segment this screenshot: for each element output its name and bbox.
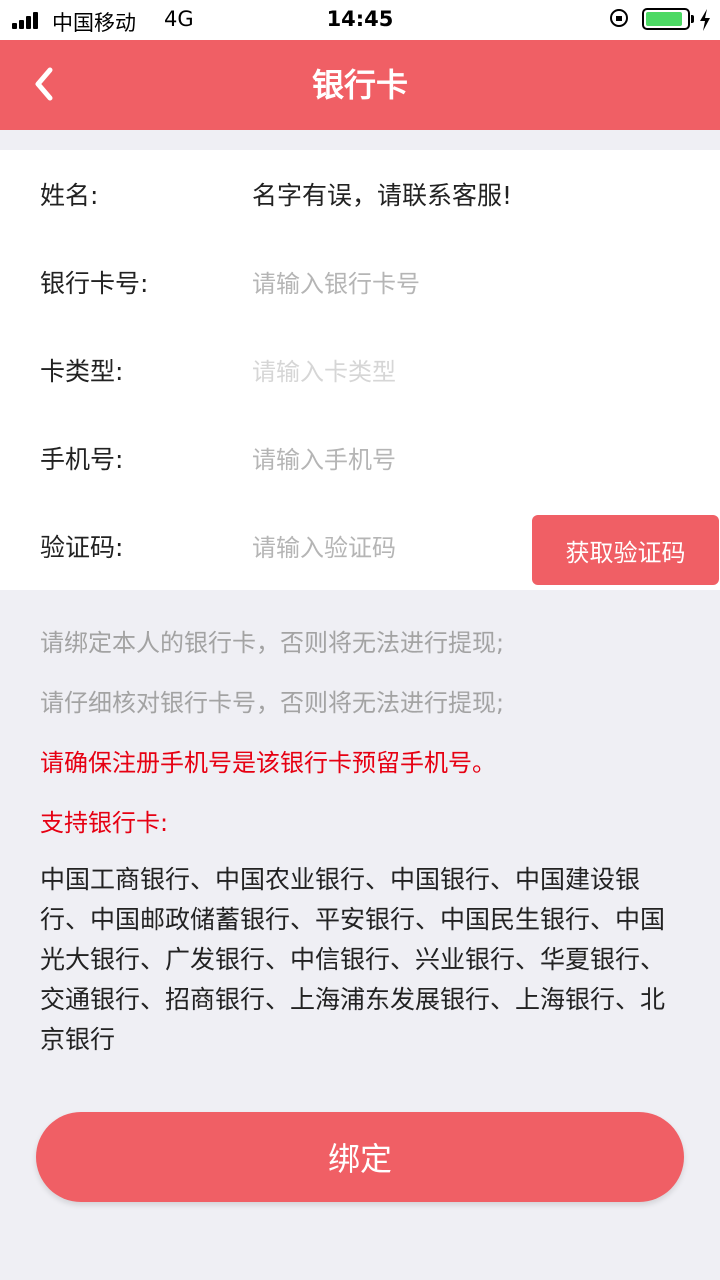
- card-type-input[interactable]: [252, 348, 522, 396]
- battery-icon: [642, 8, 690, 30]
- card-number-label: 银行卡号:: [40, 269, 149, 298]
- page-title: 银行卡: [311, 66, 408, 104]
- get-verification-code-button[interactable]: 获取验证码: [532, 515, 719, 585]
- form-row-card-type: 卡类型:: [0, 328, 720, 416]
- battery-level: [646, 12, 682, 26]
- phone-label: 手机号:: [40, 445, 124, 474]
- card-type-label: 卡类型:: [40, 357, 124, 386]
- name-value: 名字有误，请联系客服!: [252, 181, 513, 210]
- note-bind-own-card: 请绑定本人的银行卡，否则将无法进行提现;: [40, 629, 505, 657]
- note-check-card-number: 请仔细核对银行卡号，否则将无法进行提现;: [40, 689, 505, 717]
- name-label: 姓名:: [40, 181, 99, 210]
- card-number-input[interactable]: [252, 260, 522, 308]
- verification-code-label: 验证码:: [40, 533, 124, 562]
- status-bar: 中国移动 4G 14:45: [0, 0, 720, 40]
- navigation-bar: 银行卡: [0, 40, 720, 130]
- battery-tip: [691, 15, 694, 23]
- rotation-lock-icon: [610, 9, 628, 27]
- phone-input[interactable]: [252, 436, 522, 484]
- supported-banks-list: 中国工商银行、中国农业银行、中国银行、中国建设银行、中国邮政储蓄银行、平安银行、…: [40, 865, 666, 1054]
- form-row-card-number: 银行卡号:: [0, 240, 720, 328]
- form-row-name: 姓名: 名字有误，请联系客服!: [0, 152, 720, 240]
- note-phone-warning: 请确保注册手机号是该银行卡预留手机号。: [40, 749, 496, 777]
- supported-banks-title: 支持银行卡:: [40, 809, 169, 837]
- charging-icon: [700, 9, 710, 31]
- bind-button[interactable]: 绑定: [36, 1112, 684, 1202]
- form-row-phone: 手机号:: [0, 416, 720, 504]
- back-button[interactable]: [28, 64, 62, 104]
- chevron-left-icon: [35, 67, 53, 101]
- verification-code-input[interactable]: [252, 524, 522, 572]
